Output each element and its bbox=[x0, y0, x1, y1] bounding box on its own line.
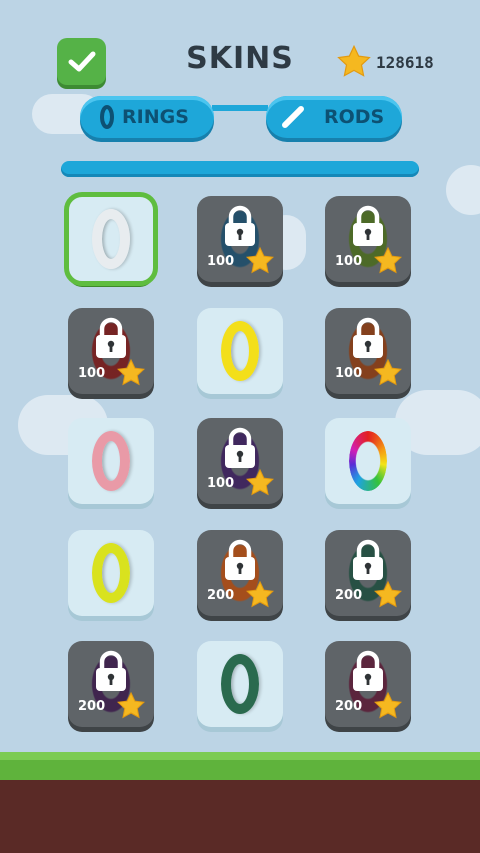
tab-underline-bar bbox=[61, 161, 419, 177]
star-icon bbox=[245, 468, 275, 502]
star-icon bbox=[373, 580, 403, 614]
star-icon bbox=[373, 358, 403, 392]
lock-icon bbox=[222, 426, 258, 474]
skin-tile[interactable] bbox=[197, 641, 283, 727]
skin-tile[interactable]: 200 bbox=[197, 530, 283, 616]
skin-tile[interactable] bbox=[68, 530, 154, 616]
skin-tile[interactable]: 200 bbox=[325, 530, 411, 616]
price-label: 100 bbox=[335, 254, 363, 269]
tab-connector bbox=[212, 105, 268, 111]
price-label: 200 bbox=[335, 588, 363, 603]
ring-skin-preview bbox=[92, 543, 130, 603]
coin-counter: 128618 bbox=[336, 44, 434, 80]
tab-rings[interactable]: RINGS bbox=[80, 96, 214, 138]
ground-dirt bbox=[0, 780, 480, 853]
ground-grass-highlight bbox=[0, 752, 480, 760]
coin-count: 128618 bbox=[376, 52, 434, 72]
star-icon bbox=[116, 358, 146, 392]
star-icon bbox=[337, 44, 371, 77]
price-label: 100 bbox=[335, 366, 363, 381]
star-icon bbox=[373, 246, 403, 280]
price-label: 200 bbox=[207, 588, 235, 603]
skin-tile[interactable]: 100 bbox=[197, 196, 283, 282]
tab-rods[interactable]: RODS bbox=[266, 96, 402, 138]
skin-tile[interactable]: 200 bbox=[68, 641, 154, 727]
lock-icon bbox=[350, 204, 386, 252]
ring-skin-preview bbox=[92, 209, 130, 269]
lock-icon bbox=[93, 649, 129, 697]
price-label: 200 bbox=[335, 699, 363, 714]
lock-icon bbox=[350, 538, 386, 586]
skin-tile[interactable] bbox=[325, 418, 411, 504]
lock-icon bbox=[93, 316, 129, 364]
lock-icon bbox=[350, 316, 386, 364]
price-label: 100 bbox=[207, 476, 235, 491]
price-label: 100 bbox=[78, 366, 106, 381]
skin-tile[interactable]: 100 bbox=[325, 196, 411, 282]
tab-rings-label: RINGS bbox=[122, 106, 189, 128]
ring-skin-preview bbox=[221, 654, 259, 714]
star-icon bbox=[245, 580, 275, 614]
skin-tile[interactable]: 100 bbox=[68, 308, 154, 394]
ring-skin-preview bbox=[349, 431, 387, 491]
price-label: 100 bbox=[207, 254, 235, 269]
lock-icon bbox=[222, 204, 258, 252]
skin-tile[interactable]: 100 bbox=[197, 418, 283, 504]
price-label: 200 bbox=[78, 699, 106, 714]
lock-icon bbox=[350, 649, 386, 697]
tab-rods-label: RODS bbox=[324, 106, 385, 128]
skin-tile[interactable] bbox=[64, 192, 158, 286]
ring-skin-preview bbox=[92, 431, 130, 491]
star-icon bbox=[373, 691, 403, 725]
star-icon bbox=[116, 691, 146, 725]
lock-icon bbox=[222, 538, 258, 586]
ring-skin-preview bbox=[221, 321, 259, 381]
skin-tile[interactable] bbox=[197, 308, 283, 394]
skin-tile[interactable]: 100 bbox=[325, 308, 411, 394]
star-icon bbox=[245, 246, 275, 280]
skin-tile[interactable]: 200 bbox=[325, 641, 411, 727]
rod-icon bbox=[282, 106, 304, 128]
skin-tile[interactable] bbox=[68, 418, 154, 504]
ring-icon bbox=[100, 105, 114, 129]
